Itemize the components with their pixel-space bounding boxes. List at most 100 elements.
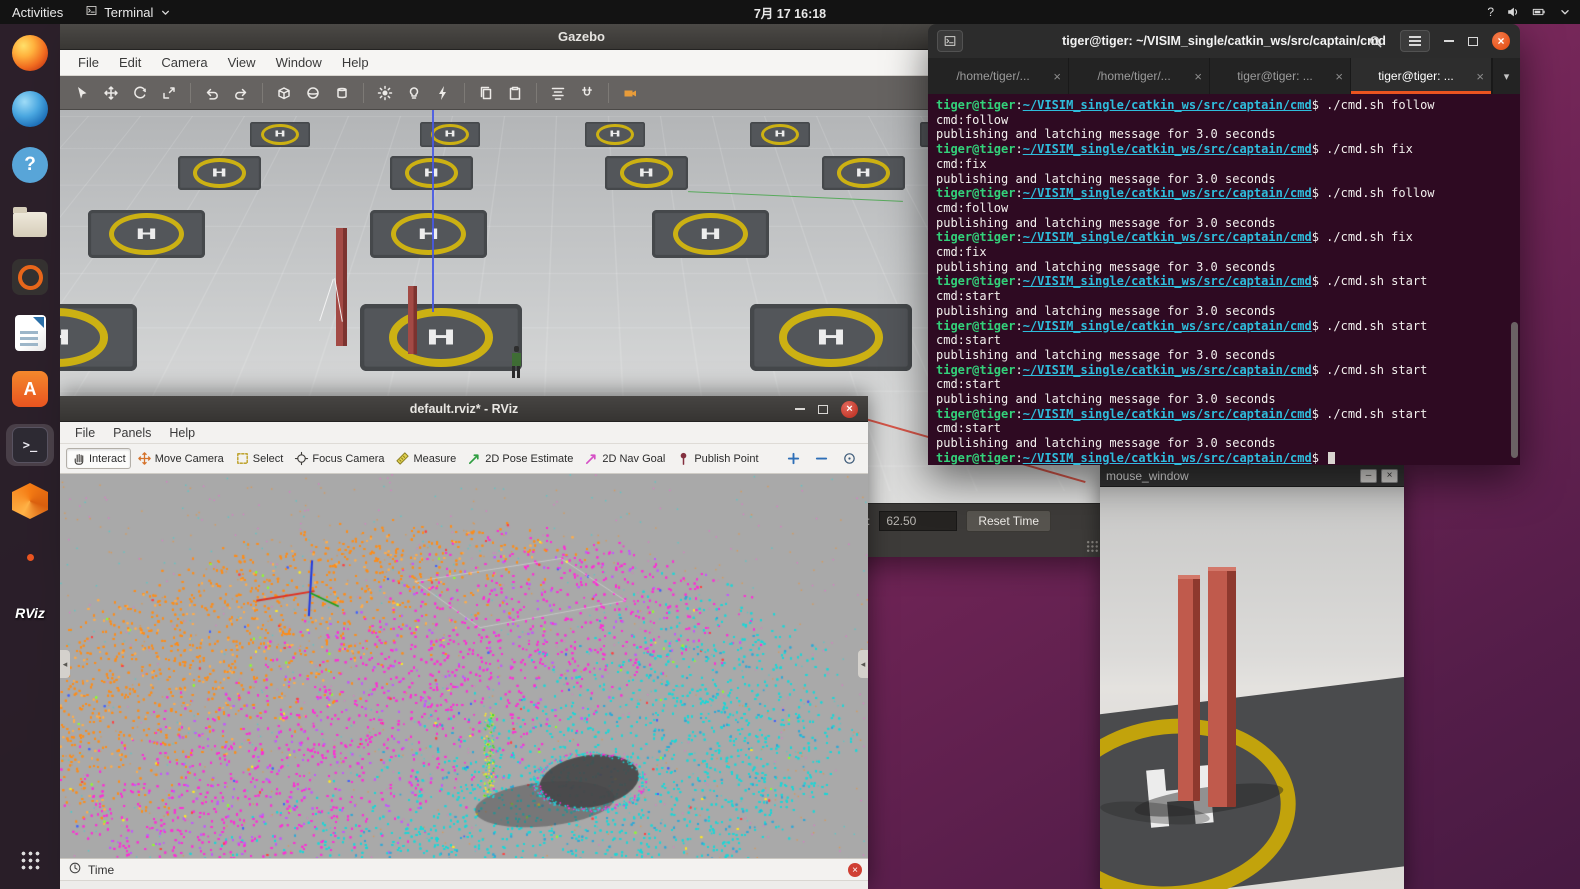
time-panel-close-icon[interactable]: × xyxy=(848,863,862,877)
gazebo-tool-scale-icon[interactable] xyxy=(157,81,181,105)
gazebo-tool-undo-icon[interactable] xyxy=(200,81,224,105)
dock-item-help[interactable] xyxy=(6,144,54,186)
terminal-tab[interactable]: tiger@tiger: ...× xyxy=(1210,58,1351,94)
terminal-line: publishing and latching message for 3.0 … xyxy=(936,436,1512,451)
minimize-icon[interactable]: – xyxy=(1360,469,1377,483)
panel-collapse-handle-left[interactable]: ◂ xyxy=(60,650,70,678)
gazebo-tool-align-icon[interactable] xyxy=(546,81,570,105)
dock-item-ubuntu-software[interactable] xyxy=(6,368,54,410)
gazebo-tool-rotate-icon[interactable] xyxy=(128,81,152,105)
tab-close-icon[interactable]: × xyxy=(1053,69,1061,84)
new-window-icon[interactable] xyxy=(937,30,963,52)
help-indicator-icon[interactable]: ? xyxy=(1487,5,1494,19)
output-text: cmd:fix xyxy=(936,245,987,259)
dock-item-app-grid[interactable] xyxy=(6,839,54,881)
rviz-titlebar[interactable]: default.rviz* - RViz × xyxy=(60,396,868,422)
search-icon[interactable] xyxy=(1364,30,1386,52)
prompt-path: ~/VISIM_single/catkin_ws/src/captain/cmd xyxy=(1023,274,1312,288)
gazebo-tool-flash-icon[interactable] xyxy=(431,81,455,105)
gazebo-tool-copy-icon[interactable] xyxy=(474,81,498,105)
rviz-tool-publish-point[interactable]: Publish Point xyxy=(671,448,763,469)
output-text: publishing and latching message for 3.0 … xyxy=(936,304,1276,318)
activities-button[interactable]: Activities xyxy=(12,5,63,20)
close-icon[interactable]: × xyxy=(1492,32,1510,50)
close-icon[interactable]: × xyxy=(1381,469,1398,483)
prompt-user: tiger@tiger xyxy=(936,274,1015,288)
prompt-path: ~/VISIM_single/catkin_ws/src/captain/cmd xyxy=(1023,186,1312,200)
dock-item-firefox[interactable] xyxy=(6,32,54,74)
tool-label: Move Camera xyxy=(155,453,224,465)
gazebo-tool-move-icon[interactable] xyxy=(99,81,123,105)
prompt-dollar: $ xyxy=(1312,142,1326,156)
battery-icon[interactable] xyxy=(1532,5,1546,19)
minimize-icon[interactable] xyxy=(1444,40,1454,42)
dock-item-terminal[interactable] xyxy=(6,424,54,466)
rviz-tool-2d-pose-estimate[interactable]: 2D Pose Estimate xyxy=(462,448,578,469)
dock-item-files[interactable] xyxy=(6,200,54,242)
clock[interactable]: 7月 17 16:18 xyxy=(754,3,826,22)
dock-item-rhythmbox[interactable] xyxy=(6,256,54,298)
maximize-icon[interactable] xyxy=(1468,37,1478,46)
dock-item-gazebo[interactable] xyxy=(6,480,54,522)
gazebo-menu-edit[interactable]: Edit xyxy=(109,52,151,73)
rviz-tool-move-camera[interactable]: Move Camera xyxy=(132,448,229,469)
tab-close-icon[interactable]: × xyxy=(1335,69,1343,84)
mouse-window-viewport[interactable]: H xyxy=(1100,487,1404,889)
gazebo-menu-view[interactable]: View xyxy=(218,52,266,73)
terminal-tab[interactable]: /home/tiger/...× xyxy=(1069,58,1210,94)
window-resize-grip[interactable] xyxy=(1086,540,1099,553)
dock-item-running-dot[interactable] xyxy=(6,536,54,578)
rviz-tool-plus-blue-icon[interactable] xyxy=(782,448,804,470)
rviz-tool-select[interactable]: Select xyxy=(230,448,289,469)
gazebo-tool-sun-icon[interactable] xyxy=(373,81,397,105)
gazebo-menu-help[interactable]: Help xyxy=(332,52,379,73)
rviz-tool-focus-camera[interactable]: Focus Camera xyxy=(289,448,389,469)
tab-close-icon[interactable]: × xyxy=(1476,69,1484,84)
rviz-tool-2d-nav-goal[interactable]: 2D Nav Goal xyxy=(579,448,670,469)
prompt-separator: : xyxy=(1015,230,1022,244)
hamburger-menu-icon[interactable] xyxy=(1400,30,1430,52)
rviz-menu-help[interactable]: Help xyxy=(160,424,204,442)
terminal-line: tiger@tiger:~/VISIM_single/catkin_ws/src… xyxy=(936,407,1512,422)
tab-close-icon[interactable]: × xyxy=(1194,69,1202,84)
app-menu[interactable]: Terminal xyxy=(85,4,169,20)
close-icon[interactable]: × xyxy=(841,401,858,418)
gazebo-menu-window[interactable]: Window xyxy=(266,52,332,73)
mouse-window-titlebar[interactable]: mouse_window – × xyxy=(1100,465,1404,487)
reset-time-button[interactable]: Reset Time xyxy=(966,510,1051,532)
dock-item-thunderbird[interactable] xyxy=(6,88,54,130)
minimize-icon[interactable] xyxy=(795,408,805,410)
rviz-tool-interact[interactable]: Interact xyxy=(66,448,131,469)
gazebo-tool-sphere-icon[interactable] xyxy=(301,81,325,105)
terminal-tab[interactable]: /home/tiger/...× xyxy=(928,58,1069,94)
gazebo-menu-file[interactable]: File xyxy=(68,52,109,73)
rviz-tool-measure[interactable]: Measure xyxy=(390,448,461,469)
dock-item-rviz[interactable]: RViz xyxy=(6,592,54,634)
rviz-3d-viewport[interactable]: ◂ ◂ xyxy=(60,474,868,858)
maximize-icon[interactable] xyxy=(818,405,828,414)
move-orange-icon xyxy=(137,451,152,466)
system-menu-chevron-icon[interactable] xyxy=(1558,5,1572,19)
gazebo-tool-magnet-icon[interactable] xyxy=(575,81,599,105)
terminal-titlebar[interactable]: tiger@tiger: ~/VISIM_single/catkin_ws/sr… xyxy=(928,24,1520,58)
gazebo-tool-cylinder-icon[interactable] xyxy=(330,81,354,105)
rviz-tool-minus-blue-icon[interactable] xyxy=(810,448,832,470)
rviz-menu-panels[interactable]: Panels xyxy=(104,424,160,442)
gazebo-tool-box-icon[interactable] xyxy=(272,81,296,105)
gazebo-tool-bulb-icon[interactable] xyxy=(402,81,426,105)
panel-collapse-handle-right[interactable]: ◂ xyxy=(858,650,868,678)
gazebo-tool-camera-icon[interactable] xyxy=(618,81,642,105)
terminal-scrollbar[interactable] xyxy=(1511,322,1518,458)
terminal-body[interactable]: tiger@tiger: ~/VISIM_single/catkin_ws/src… xyxy=(928,94,1520,465)
gazebo-tool-cursor-icon[interactable] xyxy=(70,81,94,105)
dock-item-libreoffice-writer[interactable] xyxy=(6,312,54,354)
volume-icon[interactable] xyxy=(1506,5,1520,19)
terminal-tab[interactable]: tiger@tiger: ...× xyxy=(1351,58,1492,94)
command-text: ./cmd.sh start xyxy=(1326,319,1427,333)
gazebo-menu-camera[interactable]: Camera xyxy=(151,52,217,73)
rviz-tool-orbit-icon[interactable] xyxy=(838,448,860,470)
tab-list-chevron-icon[interactable]: ▾ xyxy=(1492,58,1520,94)
gazebo-tool-paste-icon[interactable] xyxy=(503,81,527,105)
gazebo-tool-redo-icon[interactable] xyxy=(229,81,253,105)
rviz-menu-file[interactable]: File xyxy=(66,424,104,442)
